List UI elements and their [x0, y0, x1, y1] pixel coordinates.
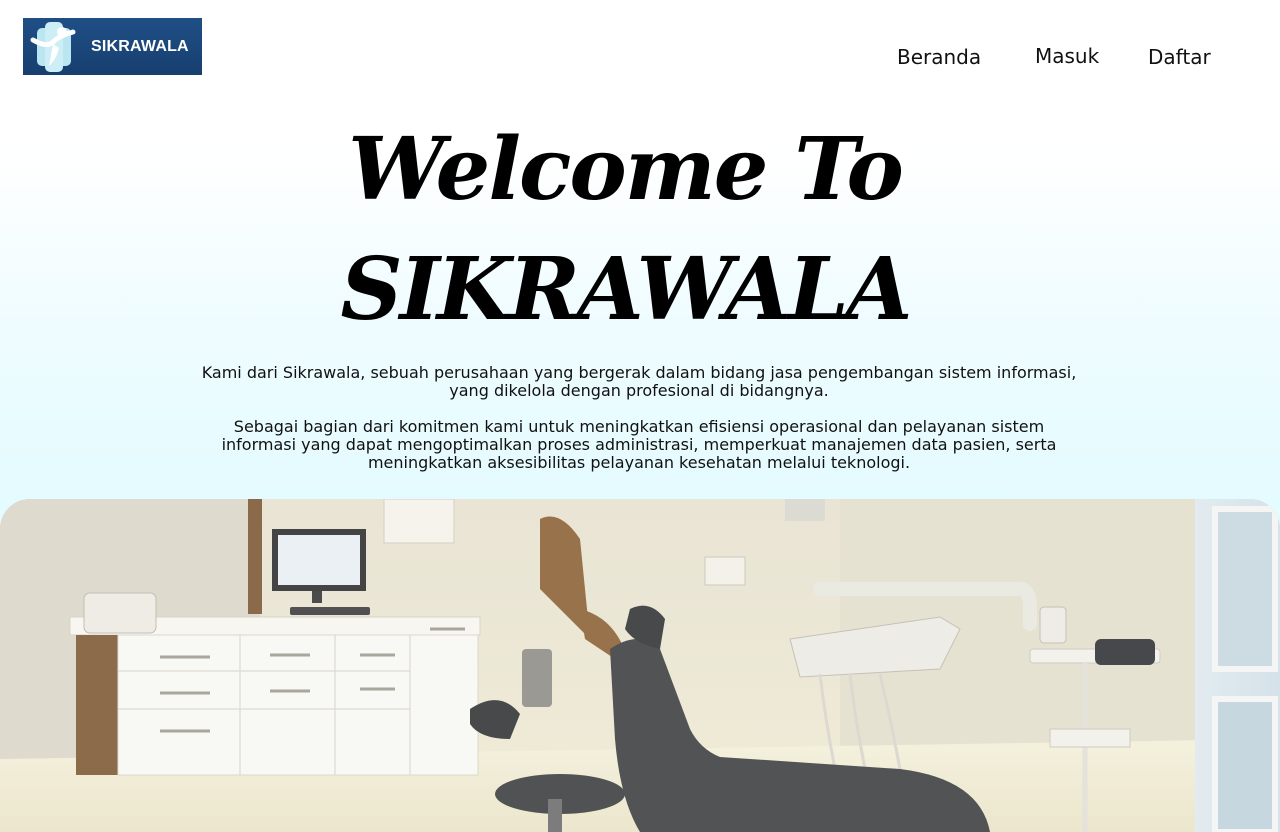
nav-link-daftar[interactable]: Daftar	[1148, 45, 1211, 69]
logo[interactable]: SIKRAWALA	[23, 18, 202, 75]
nav-link-masuk[interactable]: Masuk	[1035, 44, 1099, 68]
nav-link-beranda[interactable]: Beranda	[897, 45, 981, 69]
hero-title-line2: SIKRAWALA	[340, 239, 913, 340]
hero-paragraph-2: Sebagai bagian dari komitmen kami untuk …	[221, 417, 1057, 472]
hero-title-line1: Welcome To	[348, 119, 904, 220]
clinic-image	[0, 499, 1280, 832]
hero-paragraph-1: Kami dari Sikrawala, sebuah perusahaan y…	[201, 363, 1077, 400]
logo-text: SIKRAWALA	[91, 37, 189, 55]
logo-mark-icon	[23, 18, 85, 75]
